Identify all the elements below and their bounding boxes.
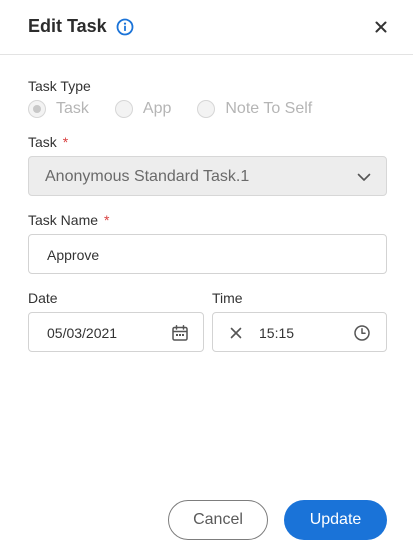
task-required-mark: * bbox=[62, 134, 69, 150]
task-name-label-text: Task Name bbox=[28, 212, 99, 228]
header-divider bbox=[0, 54, 413, 55]
task-type-label: Task Type bbox=[28, 78, 91, 94]
radio-note-to-self-circle[interactable] bbox=[197, 100, 216, 118]
clock-icon[interactable] bbox=[353, 324, 371, 342]
radio-note-to-self[interactable]: Note To Self bbox=[197, 100, 312, 118]
time-label: Time bbox=[212, 290, 243, 306]
task-name-required-mark: * bbox=[104, 212, 110, 228]
date-label: Date bbox=[28, 290, 58, 306]
close-icon[interactable] bbox=[373, 19, 389, 35]
time-value: 15:15 bbox=[259, 325, 295, 341]
task-type-radio-group: Task App Note To Self bbox=[28, 98, 312, 120]
dialog-header: Edit Task bbox=[0, 0, 413, 54]
chevron-down-icon bbox=[357, 173, 371, 181]
radio-app[interactable]: App bbox=[114, 100, 172, 118]
task-name-field[interactable]: Approve bbox=[28, 234, 387, 274]
task-name-value: Approve bbox=[47, 247, 100, 263]
task-select[interactable]: Anonymous Standard Task.1 bbox=[28, 156, 387, 196]
dialog-title: Edit Task bbox=[28, 16, 107, 36]
radio-note-to-self-label: Note To Self bbox=[225, 100, 313, 117]
cancel-button[interactable]: Cancel bbox=[168, 500, 268, 540]
radio-app-label: App bbox=[142, 100, 172, 117]
radio-task[interactable]: Task bbox=[28, 100, 89, 118]
task-label-text: Task bbox=[28, 134, 57, 150]
date-field[interactable]: 05/03/2021 bbox=[28, 312, 204, 352]
task-name-label: Task Name * bbox=[28, 212, 109, 228]
radio-task-label: Task bbox=[56, 100, 89, 117]
clear-time-icon[interactable] bbox=[229, 326, 243, 340]
info-icon[interactable] bbox=[116, 18, 134, 36]
date-value: 05/03/2021 bbox=[47, 325, 118, 341]
radio-task-circle[interactable] bbox=[28, 100, 46, 118]
calendar-icon[interactable] bbox=[171, 324, 189, 342]
radio-app-circle[interactable] bbox=[114, 100, 133, 118]
task-select-value: Anonymous Standard Task.1 bbox=[45, 168, 250, 185]
task-label: Task * bbox=[28, 134, 68, 150]
time-field[interactable]: 15:15 bbox=[212, 312, 387, 352]
update-button[interactable]: Update bbox=[284, 500, 387, 540]
